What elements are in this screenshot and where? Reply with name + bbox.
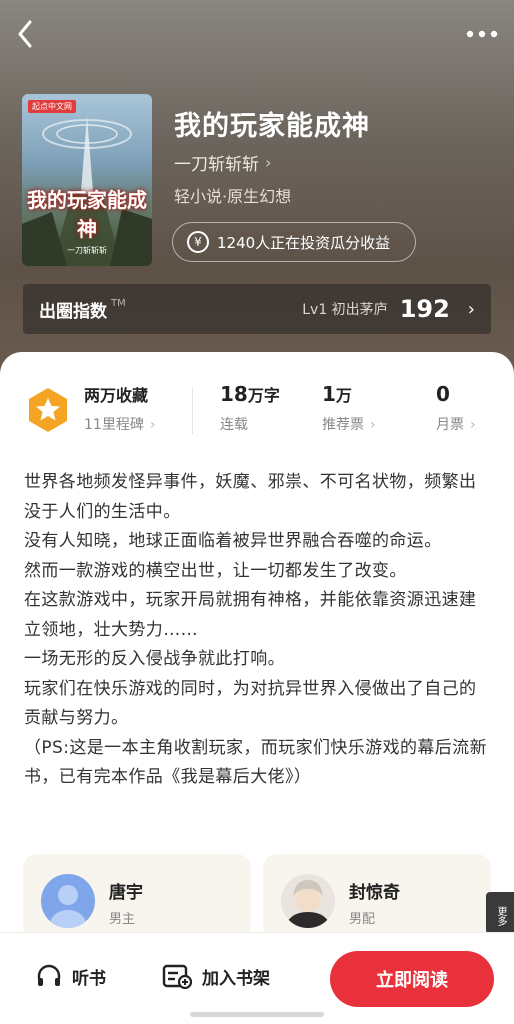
description-line: 没有人知晓，地球正面临着被异世界融合吞噬的命运。 [24,531,442,551]
recommend-label: 推荐票 [322,417,364,433]
popularity-index-bar[interactable]: 出圈指数 TM Lv1 初出茅庐 192 › [23,284,491,334]
word-count-unit: 万字 [247,386,280,405]
recommend-value: 1 [322,382,336,406]
more-characters-tab[interactable]: 更多 [486,892,514,934]
cover-author: 一刀斩斩斩 [67,246,107,255]
more-dots-icon [466,30,498,38]
star-badge-icon [29,388,67,432]
description-line: 玩家们在快乐游戏的同时，为对抗异世界入侵做出了自己的贡献与努力。 [24,678,477,729]
back-button[interactable] [10,14,46,54]
chevron-right-icon: › [470,417,476,433]
bottom-action-bar: 听书 加入书架 立即阅读 [0,932,514,1024]
listen-button[interactable]: 听书 [36,963,106,989]
book-cover[interactable]: 起点中文网 我的玩家能成神 一刀斩斩斩 [22,94,152,266]
add-shelf-label: 加入书架 [202,968,270,989]
more-button[interactable] [464,14,500,54]
character-card[interactable]: 唐宇 男主 [23,854,251,940]
chevron-right-icon: › [467,298,475,320]
monthly-ticket-stat[interactable]: 0 月票 › [436,382,476,434]
default-avatar-icon [41,874,95,928]
index-value: 192 [399,295,450,323]
chevron-right-icon: › [370,417,376,433]
book-detail-sheet: 两万收藏 11里程碑 › 18万字 连载 1万 推荐票 › 0 月票 › 世界各地频发… [0,352,514,1024]
headphones-icon [37,964,61,986]
cover-publisher-tag: 起点中文网 [28,100,76,113]
stats-row: 两万收藏 11里程碑 › 18万字 连载 1万 推荐票 › 0 月票 › [0,380,514,440]
chevron-right-icon: › [149,417,156,433]
monthly-value: 0 [436,382,450,406]
chevron-left-icon [18,20,32,48]
avatar [41,874,95,928]
author-link[interactable]: 一刀斩斩斩 › [174,150,271,175]
word-count-stat: 18万字 连载 [220,382,280,434]
recommend-unit: 万 [335,386,352,405]
word-count-label: 连载 [220,417,248,433]
description-line: （PS:这是一本主角收割玩家，而玩家们快乐游戏的幕后流新书，已有完本作品《我是幕… [24,737,487,788]
monthly-label: 月票 [436,417,464,433]
yen-icon: ¥ [187,231,209,253]
milestone-sub: 11里程碑 [84,417,144,433]
word-count-value: 18 [220,382,248,406]
invest-button[interactable]: ¥ 1240人正在投资瓜分收益 [172,222,416,262]
character-portrait-icon [281,874,335,928]
author-name: 一刀斩斩斩 [174,155,259,175]
recommend-ticket-stat[interactable]: 1万 推荐票 › [322,382,376,434]
read-now-button[interactable]: 立即阅读 [330,951,494,1007]
chevron-right-icon: › [265,153,272,172]
add-shelf-icon [162,964,192,989]
add-to-shelf-button[interactable]: 加入书架 [162,963,270,989]
cover-title: 我的玩家能成神 [27,188,147,241]
description-line: 世界各地频发怪异事件，妖魔、邪祟、不可名状物，频繁出没于人们的生活中。 [24,472,477,522]
top-bar [0,12,514,56]
milestone-stat[interactable]: 两万收藏 11里程碑 › [84,382,155,434]
invest-text: 1240人正在投资瓜分收益 [217,233,391,252]
book-description[interactable]: 世界各地频发怪异事件，妖魔、邪祟、不可名状物，频繁出没于人们的生活中。 没有人知… [24,468,492,793]
character-name: 封惊奇 [349,883,400,903]
home-indicator [190,1012,324,1017]
index-label: 出圈指数 [39,301,107,322]
character-role: 男主 [109,912,136,927]
character-role: 男配 [349,912,376,927]
index-trademark: TM [111,298,126,309]
book-title: 我的玩家能成神 [174,111,370,142]
book-genre: 轻小说·原生幻想 [174,187,292,206]
milestone-title: 两万收藏 [84,386,149,405]
character-card[interactable]: 封惊奇 男配 [263,854,491,940]
stats-divider [192,388,193,434]
description-line: 在这款游戏中，玩家开局就拥有神格，并能依靠资源迅速建立领地，壮大势力…… [24,590,477,640]
avatar [281,874,335,928]
book-header-background: 起点中文网 我的玩家能成神 一刀斩斩斩 我的玩家能成神 一刀斩斩斩 › 轻小说·… [0,0,514,380]
index-level: Lv1 初出茅庐 [302,302,388,318]
description-line: 然而一款游戏的横空出世，让一切都发生了改变。 [24,560,407,581]
character-name: 唐宇 [109,883,143,903]
listen-label: 听书 [72,968,106,989]
description-line: 一场无形的反入侵战争就此打响。 [24,649,285,669]
